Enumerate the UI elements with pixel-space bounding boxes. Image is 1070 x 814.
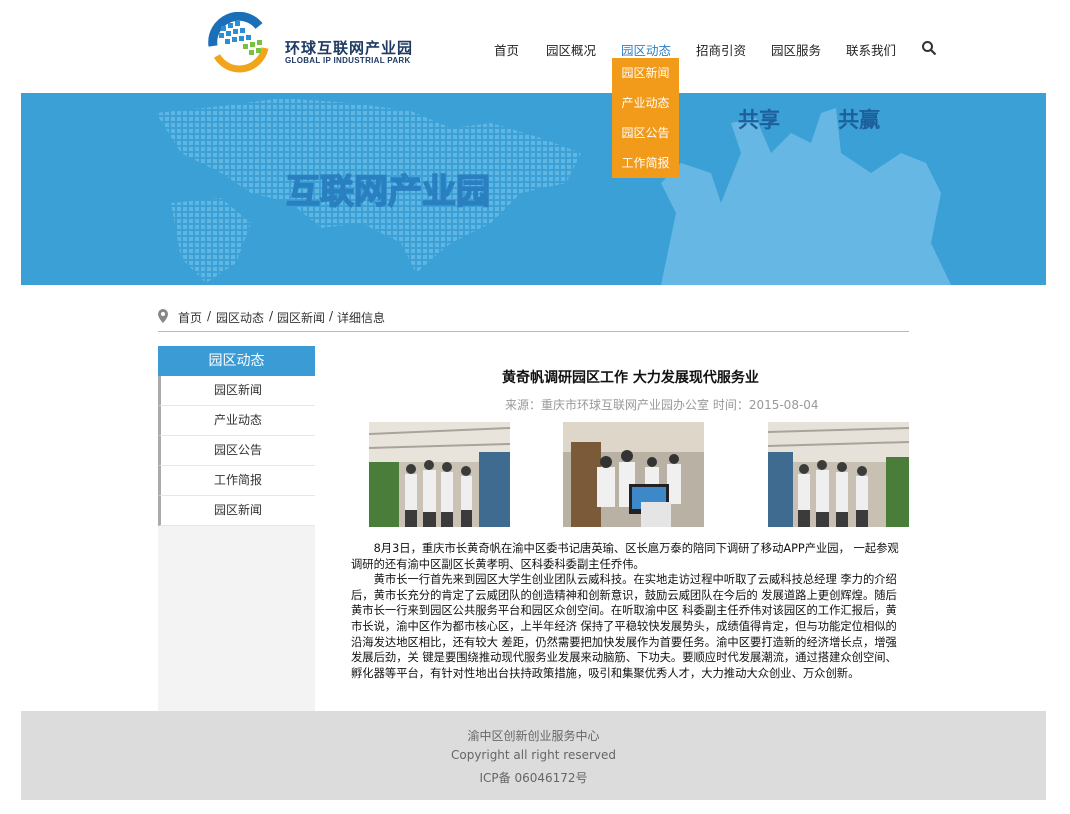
logo-globe-icon — [208, 12, 269, 73]
nav-item-investment[interactable]: 招商引资 — [696, 40, 746, 59]
article-photo-3 — [768, 422, 909, 527]
breadcrumb-current: 详细信息 — [337, 311, 386, 325]
banner-word-win: 共赢 — [838, 108, 880, 132]
location-pin-icon — [158, 309, 168, 323]
sidebar-item-industry-news[interactable]: 产业动态 — [158, 406, 315, 436]
nav-dropdown-menu: 园区新闻 产业动态 园区公告 工作简报 — [612, 58, 679, 178]
article-paragraph: 8月3日，重庆市长黄奇帆在渝中区委书记唐英瑜、区长扈万泰的陪同下调研了移动APP… — [351, 542, 899, 571]
sidebar-item-park-news-2[interactable]: 园区新闻 — [158, 496, 315, 526]
article-body: 8月3日，重庆市长黄奇帆在渝中区委书记唐英瑜、区长扈万泰的陪同下调研了移动APP… — [351, 541, 908, 681]
footer-org: 渝中区创新创业服务中心 — [467, 729, 600, 743]
nav-item-overview[interactable]: 园区概况 — [546, 40, 596, 59]
site-header: 环球互联网产业园 GLOBAL IP INDUSTRIAL PARK 首页 园区… — [0, 0, 1070, 93]
article-photo-2 — [563, 422, 704, 527]
article-paragraph: 黄市长一行首先来到园区大学生创业团队云威科技。在实地走访过程中听取了云威科技总经… — [351, 573, 897, 680]
banner-headline-outline: 互联网产业园 — [286, 172, 490, 212]
site-logo[interactable]: 环球互联网产业园 GLOBAL IP INDUSTRIAL PARK — [207, 12, 412, 74]
banner-artwork: 互联网产业园 — [156, 98, 951, 285]
breadcrumb-home[interactable]: 首页 — [178, 309, 202, 326]
nav-item-contact[interactable]: 联系我们 — [846, 40, 896, 59]
nav-item-services[interactable]: 园区服务 — [771, 40, 821, 59]
dropdown-item-park-news[interactable]: 园区新闻 — [612, 58, 679, 88]
breadcrumb-sep: / — [329, 309, 334, 323]
sidebar-item-announcements[interactable]: 园区公告 — [158, 436, 315, 466]
footer-icp[interactable]: ICP备 06046172号 — [21, 769, 1046, 786]
dropdown-item-industry-news[interactable]: 产业动态 — [612, 88, 679, 118]
banner-word-share: 共享 — [738, 108, 780, 132]
breadcrumb-sep: / — [269, 309, 274, 323]
logo-title-cn: 环球互联网产业园 — [285, 39, 414, 57]
nav-item-home[interactable]: 首页 — [494, 40, 519, 59]
article-meta: 来源：重庆市环球互联网产业园办公室 时间：2015-08-04 — [505, 398, 819, 412]
article-photo-1 — [369, 422, 510, 527]
breadcrumb-park-news[interactable]: 园区新闻 — [277, 309, 325, 326]
breadcrumb-sep: / — [207, 309, 212, 323]
dropdown-item-work-briefs[interactable]: 工作简报 — [612, 148, 679, 178]
sidebar-title: 园区动态 — [158, 346, 315, 376]
sidebar: 园区动态 园区新闻 产业动态 园区公告 工作简报 园区新闻 — [158, 346, 315, 713]
dropdown-item-announcements[interactable]: 园区公告 — [612, 118, 679, 148]
site-footer: 渝中区创新创业服务中心 Copyright all right reserved… — [21, 711, 1046, 800]
sidebar-item-work-briefs[interactable]: 工作简报 — [158, 466, 315, 496]
sidebar-item-park-news[interactable]: 园区新闻 — [158, 376, 315, 406]
search-icon[interactable] — [921, 40, 937, 56]
breadcrumb-news[interactable]: 园区动态 — [216, 309, 264, 326]
breadcrumb: 首页 / 园区动态 / 园区新闻 / 详细信息 — [158, 309, 909, 332]
hero-banner: 互联网产业园 共享 共赢 — [21, 93, 1046, 285]
article-title: 黄奇帆调研园区工作 大力发展现代服务业 — [502, 370, 759, 386]
footer-copyright: Copyright all right reserved — [450, 748, 617, 762]
logo-title-en: GLOBAL IP INDUSTRIAL PARK — [285, 56, 411, 65]
nav-item-news[interactable]: 园区动态 — [621, 40, 671, 59]
